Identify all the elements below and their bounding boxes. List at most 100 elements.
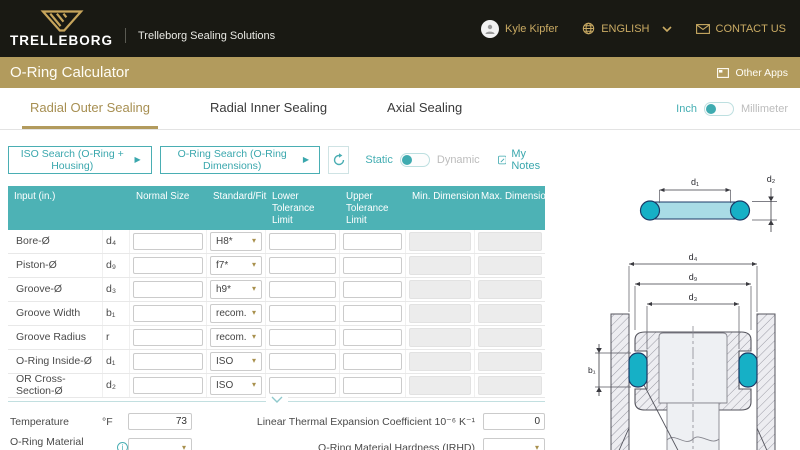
trelleborg-logo[interactable]: TRELLEBORG bbox=[10, 10, 113, 48]
brand-area: TRELLEBORG Trelleborg Sealing Solutions bbox=[10, 10, 275, 48]
max-dimension-field bbox=[478, 304, 542, 323]
lower-tolerance-input[interactable] bbox=[269, 377, 336, 394]
standard-fit-select[interactable]: recom. ▾ bbox=[210, 328, 262, 347]
refresh-button[interactable] bbox=[328, 146, 349, 174]
expansion-coefficient-input[interactable] bbox=[483, 413, 545, 430]
normal-size-input[interactable] bbox=[133, 305, 203, 322]
static-label[interactable]: Static bbox=[365, 154, 393, 166]
temperature-input[interactable] bbox=[128, 413, 192, 430]
chevron-down-icon: ▾ bbox=[252, 261, 256, 269]
my-notes-label: My Notes bbox=[511, 148, 545, 172]
normal-size-input[interactable] bbox=[133, 281, 203, 298]
row-symbol: r bbox=[103, 326, 130, 349]
row-symbol: d₄ bbox=[103, 230, 130, 253]
chevron-down-icon: ▾ bbox=[252, 333, 256, 341]
min-dimension-field bbox=[409, 280, 471, 299]
lower-tolerance-input[interactable] bbox=[269, 281, 336, 298]
standard-fit-select[interactable]: h9*▾ bbox=[210, 280, 262, 299]
fit-value: recom. bbox=[216, 332, 247, 343]
max-dimension-field bbox=[478, 256, 542, 275]
top-right-menu: Kyle Kipfer ENGLISH CONTACT US bbox=[481, 20, 786, 38]
my-notes-link[interactable]: My Notes bbox=[498, 148, 545, 172]
header-lower-tolerance: Lower Tolerance Limit bbox=[266, 186, 340, 230]
upper-tolerance-input[interactable] bbox=[343, 377, 402, 394]
mode-toggle-switch[interactable] bbox=[400, 153, 430, 167]
min-dimension-field bbox=[409, 232, 471, 251]
unit-millimeter-label[interactable]: Millimeter bbox=[741, 103, 788, 115]
dim-label-b1: b₁ bbox=[588, 365, 596, 375]
table-row-cross-section: OR Cross-Section-Ø d₂ ISO▾ bbox=[8, 374, 545, 398]
note-icon bbox=[498, 154, 507, 166]
avatar bbox=[481, 20, 499, 38]
dim-label-d1: d₁ bbox=[691, 177, 699, 187]
normal-size-input[interactable] bbox=[133, 257, 203, 274]
normal-size-input[interactable] bbox=[133, 329, 203, 346]
standard-fit-select[interactable]: ISO▾ bbox=[210, 376, 262, 395]
fit-value: f7* bbox=[216, 260, 228, 271]
app-bar: O-Ring Calculator Other Apps bbox=[0, 57, 800, 88]
temperature-unit: °F bbox=[102, 416, 128, 428]
toolbar: ISO Search (O-Ring + Housing) ▶ O-Ring S… bbox=[8, 146, 545, 174]
content: ISO Search (O-Ring + Housing) ▶ O-Ring S… bbox=[0, 130, 800, 450]
standard-fit-select[interactable]: H8*▾ bbox=[210, 232, 262, 251]
standard-fit-select[interactable]: f7* ▾ bbox=[210, 256, 262, 275]
max-dimension-field bbox=[478, 280, 542, 299]
row-label: Groove Width bbox=[8, 302, 103, 325]
standard-fit-select[interactable]: ISO▾ bbox=[210, 352, 262, 371]
unit-inch-label[interactable]: Inch bbox=[676, 103, 697, 115]
row-symbol: b₁ bbox=[103, 302, 130, 325]
dynamic-label[interactable]: Dynamic bbox=[437, 154, 480, 166]
upper-tolerance-input[interactable] bbox=[343, 233, 402, 250]
material-hardness-select[interactable]: ▾ bbox=[483, 438, 545, 450]
chevron-down-icon: ▾ bbox=[182, 444, 186, 450]
page-title: O-Ring Calculator bbox=[10, 64, 129, 81]
upper-tolerance-input[interactable] bbox=[343, 305, 402, 322]
contact-us-link[interactable]: CONTACT US bbox=[696, 23, 787, 35]
min-dimension-field bbox=[409, 328, 471, 347]
brand-divider bbox=[125, 28, 126, 43]
header-upper-tolerance: Upper Tolerance Limit bbox=[340, 186, 406, 230]
tabs: Radial Outer Sealing Radial Inner Sealin… bbox=[22, 88, 470, 129]
unit-toggle-switch[interactable] bbox=[704, 102, 734, 116]
info-icon[interactable]: i bbox=[117, 442, 128, 450]
min-dimension-field bbox=[409, 256, 471, 275]
person-icon bbox=[484, 23, 496, 35]
other-apps-button[interactable]: Other Apps bbox=[717, 67, 788, 79]
oring-cross-section-left bbox=[641, 201, 660, 220]
row-label: Groove Radius bbox=[8, 326, 103, 349]
language-selector[interactable]: ENGLISH bbox=[582, 22, 671, 35]
oring-search-label: O-Ring Search (O-Ring Dimensions) bbox=[171, 148, 294, 172]
lower-tolerance-input[interactable] bbox=[269, 353, 336, 370]
normal-size-input[interactable] bbox=[133, 377, 203, 394]
top-bar: TRELLEBORG Trelleborg Sealing Solutions … bbox=[0, 0, 800, 57]
upper-tolerance-input[interactable] bbox=[343, 329, 402, 346]
upper-tolerance-input[interactable] bbox=[343, 353, 402, 370]
collapse-chevron-icon[interactable] bbox=[266, 396, 288, 403]
iso-search-button[interactable]: ISO Search (O-Ring + Housing) ▶ bbox=[8, 146, 152, 174]
brand-name: TRELLEBORG bbox=[10, 33, 113, 48]
material-group-select[interactable]: ▾ bbox=[128, 438, 192, 450]
expansion-coefficient-label: Linear Thermal Expansion Coefficient 10⁻… bbox=[257, 416, 475, 428]
user-name: Kyle Kipfer bbox=[505, 23, 558, 35]
normal-size-input[interactable] bbox=[133, 353, 203, 370]
header-normal-size: Normal Size bbox=[130, 186, 207, 230]
tab-radial-outer-sealing[interactable]: Radial Outer Sealing bbox=[22, 88, 158, 129]
row-symbol: d₂ bbox=[103, 374, 130, 397]
upper-tolerance-input[interactable] bbox=[343, 257, 402, 274]
chevron-down-icon bbox=[662, 26, 672, 32]
lower-tolerance-input[interactable] bbox=[269, 233, 336, 250]
tab-radial-inner-sealing[interactable]: Radial Inner Sealing bbox=[202, 88, 335, 129]
user-menu[interactable]: Kyle Kipfer bbox=[481, 20, 558, 38]
oring-search-button[interactable]: O-Ring Search (O-Ring Dimensions) ▶ bbox=[160, 146, 320, 174]
upper-tolerance-input[interactable] bbox=[343, 281, 402, 298]
standard-fit-select[interactable]: recom.▾ bbox=[210, 304, 262, 323]
normal-size-input[interactable] bbox=[133, 233, 203, 250]
iso-search-label: ISO Search (O-Ring + Housing) bbox=[19, 148, 125, 172]
header-max-dimension: Max. Dimension bbox=[475, 186, 545, 230]
tab-axial-sealing[interactable]: Axial Sealing bbox=[379, 88, 470, 129]
lower-tolerance-input[interactable] bbox=[269, 305, 336, 322]
temperature-label: Temperature bbox=[10, 416, 102, 428]
row-label: Groove-Ø bbox=[8, 278, 103, 301]
lower-tolerance-input[interactable] bbox=[269, 329, 336, 346]
lower-tolerance-input[interactable] bbox=[269, 257, 336, 274]
